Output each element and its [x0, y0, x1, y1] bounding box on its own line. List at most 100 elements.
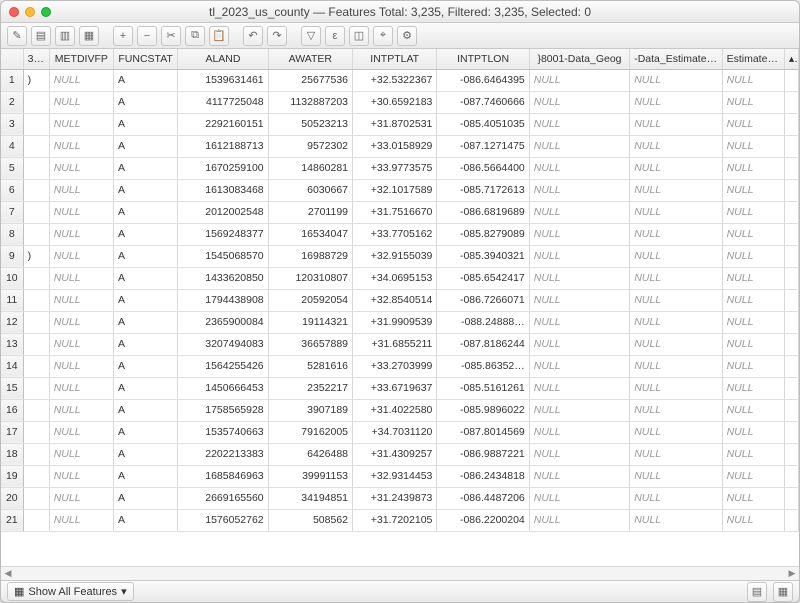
delete-button[interactable]: ▦ [79, 26, 99, 46]
cell-awater[interactable]: 36657889 [268, 333, 352, 355]
cell-awater[interactable]: 19114321 [268, 311, 352, 333]
cell-metdivfp[interactable]: NULL [49, 487, 113, 509]
column-header[interactable]: METDIVFP [49, 49, 113, 69]
table-row[interactable]: 8NULLA156924837716534047+33.7705162-085.… [1, 223, 799, 245]
cell-estimate[interactable]: NULL [630, 201, 722, 223]
cell-final[interactable]: NULL [722, 487, 784, 509]
cell-bsafp[interactable] [23, 91, 49, 113]
row-number[interactable]: 10 [1, 267, 23, 289]
toggle-edit-button[interactable]: ✎ [7, 26, 27, 46]
cell-intptlat[interactable]: +34.7031120 [353, 421, 437, 443]
settings-button[interactable]: ⚙ [397, 26, 417, 46]
cell-estimate[interactable]: NULL [630, 377, 722, 399]
cell-metdivfp[interactable]: NULL [49, 91, 113, 113]
cell-geog[interactable]: NULL [529, 509, 629, 531]
cell-final[interactable]: NULL [722, 245, 784, 267]
cell-intptlat[interactable]: +31.7202105 [353, 509, 437, 531]
row-number[interactable]: 21 [1, 509, 23, 531]
cell-aland[interactable]: 1613083468 [178, 179, 268, 201]
filter-button[interactable]: ▽ [301, 26, 321, 46]
cell-geog[interactable]: NULL [529, 91, 629, 113]
cell-estimate[interactable]: NULL [630, 311, 722, 333]
row-number[interactable]: 7 [1, 201, 23, 223]
select-button[interactable]: ◫ [349, 26, 369, 46]
cut-button[interactable]: ✂ [161, 26, 181, 46]
cell-intptlon[interactable]: -086.6464395 [437, 69, 529, 91]
cell-final[interactable]: NULL [722, 509, 784, 531]
cell-bsafp[interactable] [23, 509, 49, 531]
cell-aland[interactable]: 1450666453 [178, 377, 268, 399]
cell-metdivfp[interactable]: NULL [49, 179, 113, 201]
cell-geog[interactable]: NULL [529, 465, 629, 487]
column-header[interactable] [1, 49, 23, 69]
cell-geog[interactable]: NULL [529, 245, 629, 267]
add-feature-button[interactable]: + [113, 26, 133, 46]
cell-final[interactable]: NULL [722, 91, 784, 113]
cell-funcstat[interactable]: A [113, 179, 177, 201]
cell-funcstat[interactable]: A [113, 443, 177, 465]
cell-intptlat[interactable]: +33.2703999 [353, 355, 437, 377]
table-row[interactable]: 16NULLA17585659283907189+31.4022580-085.… [1, 399, 799, 421]
cell-funcstat[interactable]: A [113, 377, 177, 399]
cell-estimate[interactable]: NULL [630, 245, 722, 267]
cell-intptlat[interactable]: +30.6592183 [353, 91, 437, 113]
cell-final[interactable]: NULL [722, 465, 784, 487]
table-view-button[interactable]: ▦ [773, 582, 793, 602]
table-row[interactable]: 18NULLA22022133836426488+31.4309257-086.… [1, 443, 799, 465]
cell-metdivfp[interactable]: NULL [49, 443, 113, 465]
cell-aland[interactable]: 2365900084 [178, 311, 268, 333]
row-number[interactable]: 5 [1, 157, 23, 179]
column-header[interactable]: -Data_Estimate!!In [630, 49, 722, 69]
table-row[interactable]: 10NULLA1433620850120310807+34.0695153-08… [1, 267, 799, 289]
row-number[interactable]: 9 [1, 245, 23, 267]
column-header[interactable]: Estimate!!Final nu [722, 49, 784, 69]
cell-intptlon[interactable]: -087.1271475 [437, 135, 529, 157]
cell-metdivfp[interactable]: NULL [49, 201, 113, 223]
cell-metdivfp[interactable]: NULL [49, 465, 113, 487]
row-number[interactable]: 18 [1, 443, 23, 465]
table-row[interactable]: 12NULLA236590008419114321+31.9909539-088… [1, 311, 799, 333]
cell-intptlon[interactable]: -087.8014569 [437, 421, 529, 443]
show-all-features-button[interactable]: ▦ Show All Features ▾ [7, 582, 134, 601]
cell-awater[interactable]: 39991153 [268, 465, 352, 487]
cell-geog[interactable]: NULL [529, 421, 629, 443]
cell-intptlon[interactable]: -085.4051035 [437, 113, 529, 135]
cell-metdivfp[interactable]: NULL [49, 333, 113, 355]
cell-geog[interactable]: NULL [529, 289, 629, 311]
undo-button[interactable]: ↶ [243, 26, 263, 46]
cell-metdivfp[interactable]: NULL [49, 245, 113, 267]
column-header[interactable]: INTPTLAT [353, 49, 437, 69]
column-header[interactable]: INTPTLON [437, 49, 529, 69]
cell-awater[interactable]: 50523213 [268, 113, 352, 135]
cell-estimate[interactable]: NULL [630, 157, 722, 179]
cell-intptlon[interactable]: -086.9887221 [437, 443, 529, 465]
cell-estimate[interactable]: NULL [630, 135, 722, 157]
maximize-icon[interactable] [41, 7, 51, 17]
form-view-button[interactable]: ▤ [747, 582, 767, 602]
cell-bsafp[interactable] [23, 135, 49, 157]
table-row[interactable]: 15NULLA14506664532352217+33.6719637-085.… [1, 377, 799, 399]
new-button[interactable]: ▥ [55, 26, 75, 46]
cell-aland[interactable]: 1576052762 [178, 509, 268, 531]
cell-aland[interactable]: 1794438908 [178, 289, 268, 311]
cell-intptlat[interactable]: +32.9155039 [353, 245, 437, 267]
row-number[interactable]: 13 [1, 333, 23, 355]
table-row[interactable]: 11NULLA179443890820592054+32.8540514-086… [1, 289, 799, 311]
cell-intptlat[interactable]: +32.5322367 [353, 69, 437, 91]
cell-aland[interactable]: 1612188713 [178, 135, 268, 157]
cell-intptlon[interactable]: -085.9896022 [437, 399, 529, 421]
cell-awater[interactable]: 6030667 [268, 179, 352, 201]
cell-geog[interactable]: NULL [529, 443, 629, 465]
row-number[interactable]: 19 [1, 465, 23, 487]
cell-final[interactable]: NULL [722, 157, 784, 179]
cell-metdivfp[interactable]: NULL [49, 69, 113, 91]
cell-final[interactable]: NULL [722, 289, 784, 311]
cell-geog[interactable]: NULL [529, 267, 629, 289]
cell-intptlat[interactable]: +32.8540514 [353, 289, 437, 311]
table-row[interactable]: 2NULLA41177250481132887203+30.6592183-08… [1, 91, 799, 113]
cell-funcstat[interactable]: A [113, 399, 177, 421]
cell-intptlat[interactable]: +33.0158929 [353, 135, 437, 157]
cell-awater[interactable]: 2701199 [268, 201, 352, 223]
cell-estimate[interactable]: NULL [630, 267, 722, 289]
cell-awater[interactable]: 1132887203 [268, 91, 352, 113]
